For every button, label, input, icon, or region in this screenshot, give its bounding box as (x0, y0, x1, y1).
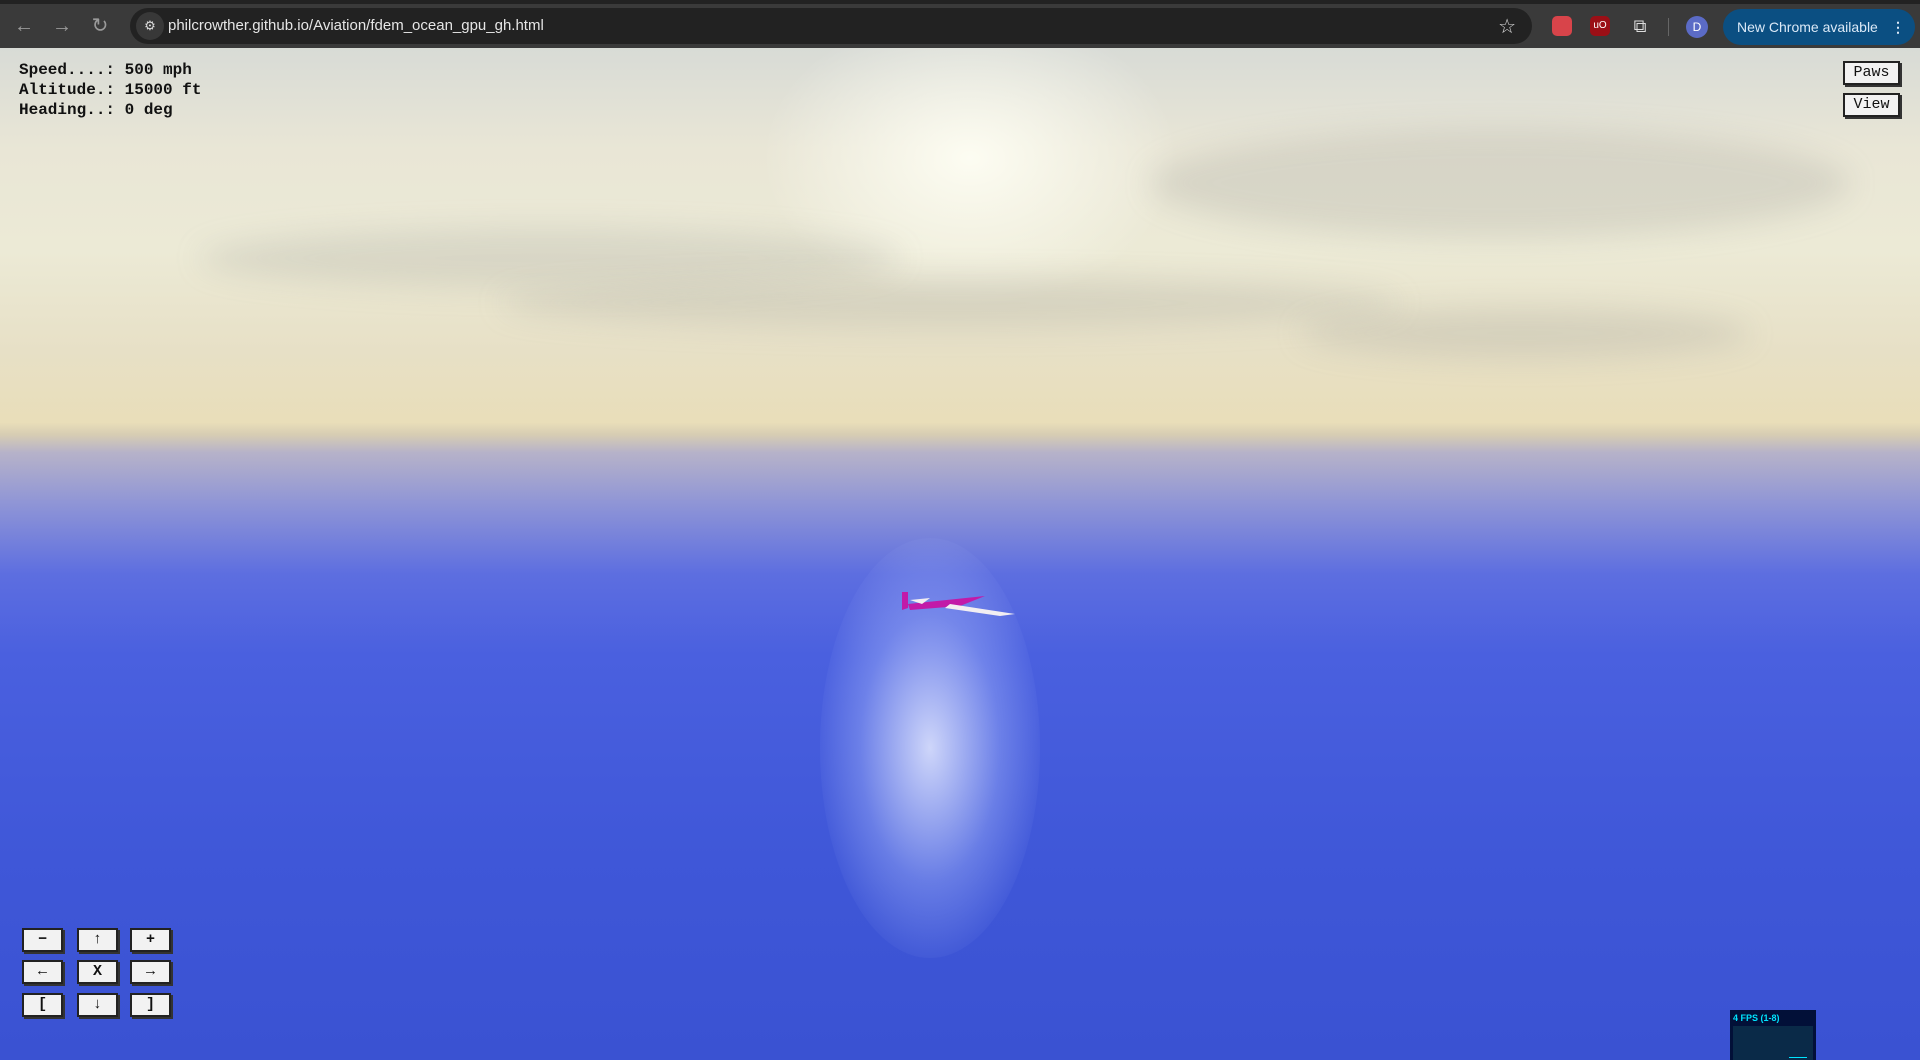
bank-right-button[interactable]: → (130, 960, 171, 984)
ublock-extension-icon[interactable]: uO (1590, 16, 1610, 36)
extensions-puzzle-icon[interactable]: ⧉ (1630, 16, 1650, 36)
3d-viewport[interactable] (0, 48, 1920, 1060)
cloud (1300, 308, 1750, 358)
back-icon[interactable]: ← (12, 14, 36, 38)
cloud (1150, 128, 1850, 238)
update-label: New Chrome available (1737, 19, 1878, 35)
address-bar[interactable]: ⚙ philcrowther.github.io/Aviation/fdem_o… (130, 8, 1532, 44)
flight-readout: Speed....: 500 mph Altitude.: 15000 ft Hea… (19, 60, 201, 120)
heading-readout: Heading..: 0 deg (19, 101, 173, 119)
altitude-readout: Altitude.: 15000 ft (19, 81, 202, 99)
throttle-down-button[interactable]: − (22, 928, 63, 952)
speed-readout: Speed....: 500 mph (19, 61, 192, 79)
reload-icon[interactable]: ↻ (88, 14, 112, 38)
extension-icon[interactable] (1552, 16, 1572, 36)
divider (1668, 18, 1669, 36)
yaw-left-button[interactable]: [ (22, 993, 63, 1017)
forward-icon[interactable]: → (50, 14, 74, 38)
browser-toolbar: ← → ↻ ⚙ philcrowther.github.io/Aviation/… (0, 0, 1920, 48)
cloud (500, 278, 1400, 328)
bookmark-star-icon[interactable]: ☆ (1498, 14, 1516, 39)
pitch-up-button[interactable]: ↑ (77, 928, 118, 952)
airplane (902, 592, 1015, 616)
url-text[interactable]: philcrowther.github.io/Aviation/fdem_oce… (168, 17, 544, 34)
menu-icon[interactable]: ⋮ (1891, 9, 1905, 45)
fps-graph (1733, 1026, 1813, 1060)
bank-left-button[interactable]: ← (22, 960, 63, 984)
site-settings-icon[interactable]: ⚙ (136, 12, 164, 40)
new-chrome-available-button[interactable]: New Chrome available ⋮ (1723, 9, 1915, 45)
fps-meter[interactable]: 4 FPS (1-8) (1730, 1010, 1816, 1060)
center-button[interactable]: X (77, 960, 118, 984)
view-button[interactable]: View (1843, 93, 1900, 117)
throttle-up-button[interactable]: + (130, 928, 171, 952)
fps-graph-line (1789, 1057, 1807, 1058)
yaw-right-button[interactable]: ] (130, 993, 171, 1017)
fps-label: 4 FPS (1-8) (1733, 1013, 1780, 1023)
profile-avatar[interactable]: D (1686, 16, 1708, 38)
pause-button[interactable]: Paws (1843, 61, 1900, 85)
pitch-down-button[interactable]: ↓ (77, 993, 118, 1017)
